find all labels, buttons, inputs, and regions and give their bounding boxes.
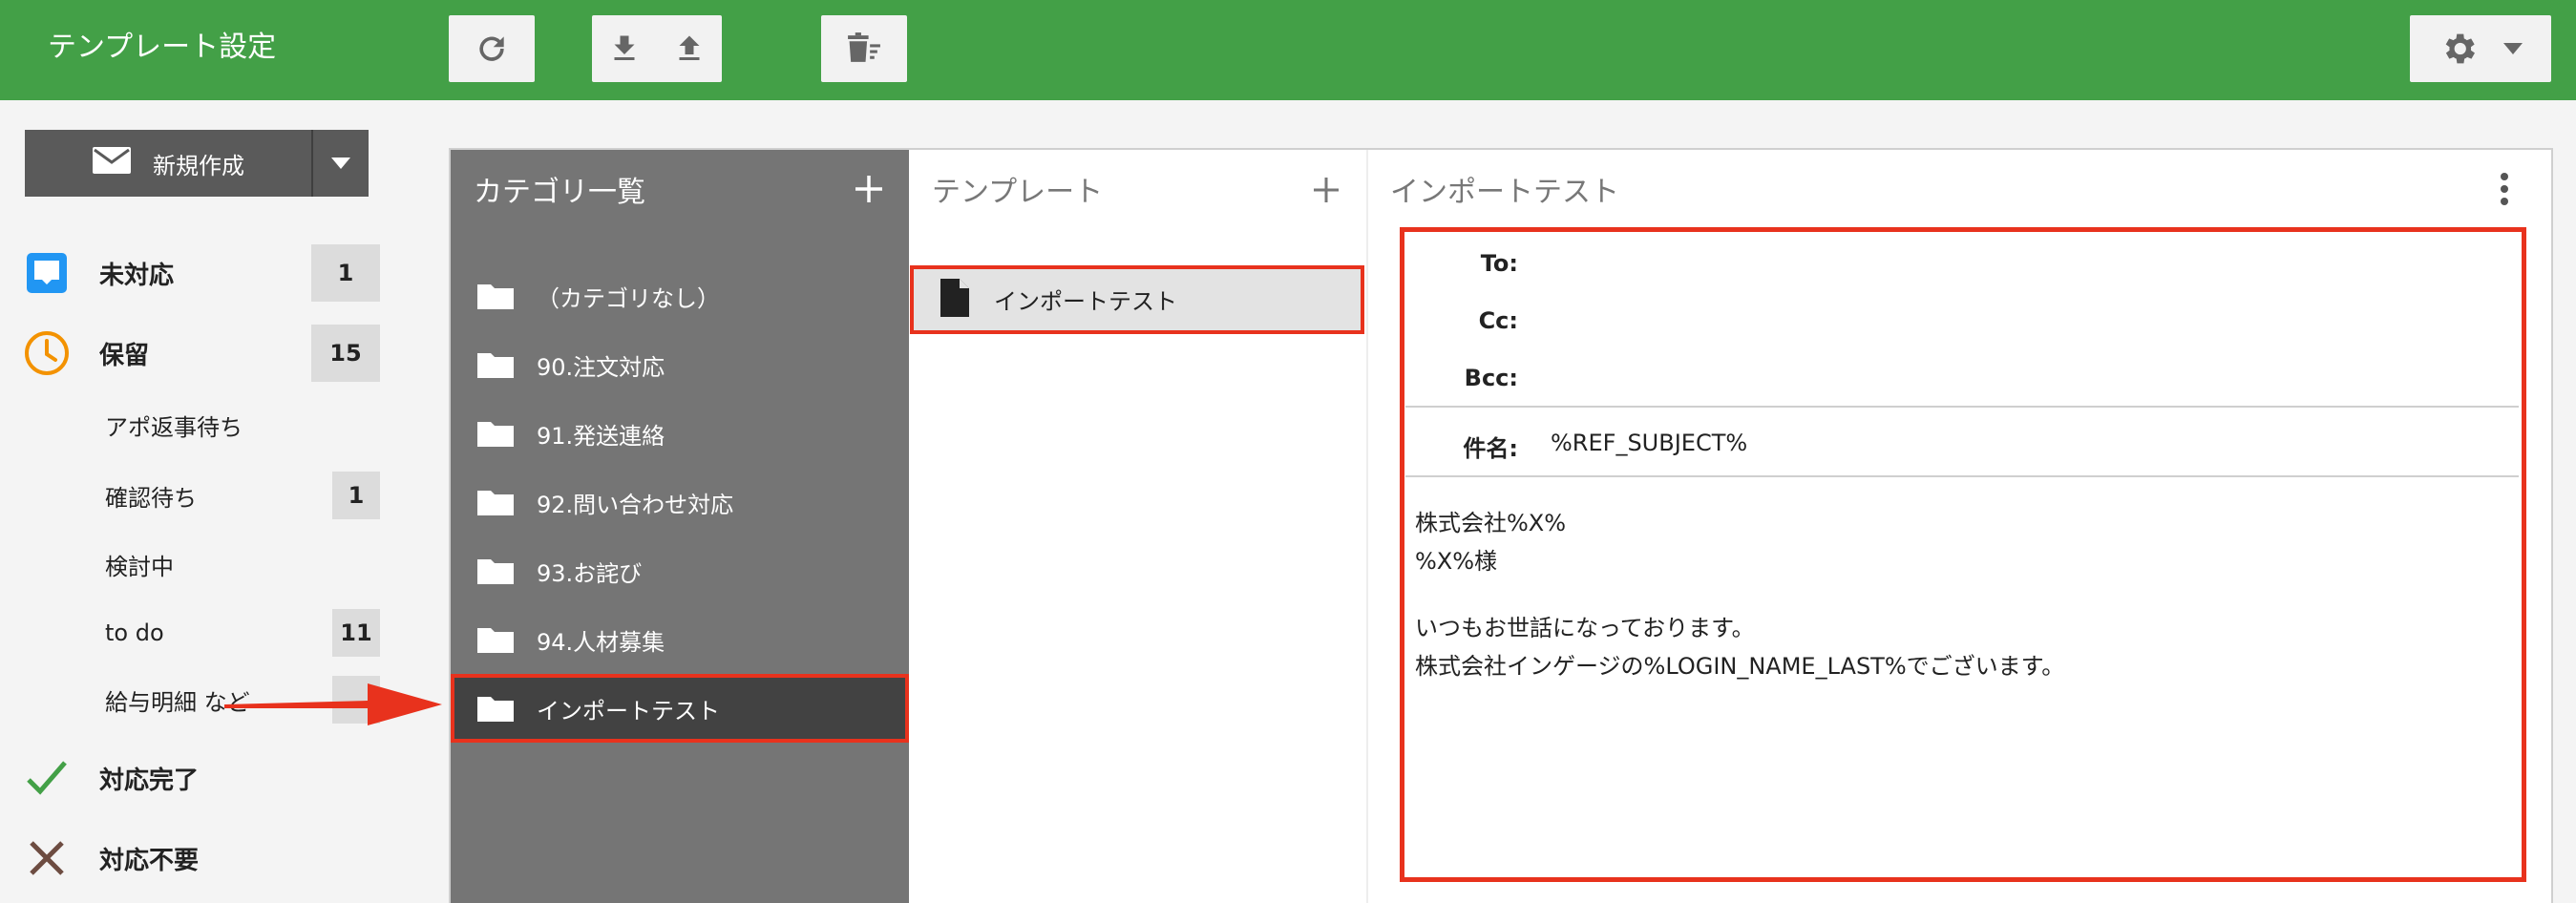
body-line: 株式会社インゲージの%LOGIN_NAME_LAST%でございます。 bbox=[1415, 653, 2065, 680]
category-item[interactable]: 94.人材募集 bbox=[451, 605, 909, 674]
sidebar-subitem-label: 確認待ち bbox=[105, 484, 197, 512]
add-category-button[interactable] bbox=[854, 174, 884, 208]
sidebar-subitem[interactable]: 検討中 bbox=[0, 540, 401, 588]
category-label: 94.人材募集 bbox=[537, 628, 665, 656]
category-label: 92.問い合わせ対応 bbox=[537, 491, 734, 518]
category-column-title: カテゴリ一覧 bbox=[474, 176, 645, 209]
category-label: 91.発送連絡 bbox=[537, 422, 665, 450]
sidebar-subitem-label: to do bbox=[105, 620, 164, 646]
annotation-arrow bbox=[224, 676, 444, 737]
template-column bbox=[909, 150, 1367, 903]
compose-label: 新規作成 bbox=[153, 152, 244, 179]
sidebar-item-label: 対応不要 bbox=[99, 846, 200, 875]
sidebar-subitem-label: 検討中 bbox=[105, 553, 174, 580]
category-label: （カテゴリなし） bbox=[537, 284, 720, 312]
sidebar-item-label: 未対応 bbox=[99, 261, 175, 290]
delete-icon bbox=[845, 31, 883, 67]
upload-button[interactable] bbox=[657, 15, 722, 82]
cc-label: Cc: bbox=[1478, 307, 1518, 334]
folder-icon bbox=[475, 281, 516, 315]
sidebar-item-unneeded[interactable]: 対応不要 bbox=[0, 834, 401, 882]
to-label: To: bbox=[1480, 250, 1518, 277]
gear-icon bbox=[2439, 29, 2479, 69]
detail-title: インポートテスト bbox=[1390, 176, 1619, 209]
category-item[interactable]: 93.お詫び bbox=[451, 536, 909, 605]
folder-icon bbox=[475, 556, 516, 590]
sidebar-item-label: 対応完了 bbox=[99, 766, 200, 795]
folder-icon bbox=[475, 349, 516, 384]
body-line: 株式会社%X% bbox=[1415, 510, 1567, 536]
compose-split-button: 新規作成 bbox=[25, 130, 369, 197]
template-item-selected[interactable]: インポートテスト bbox=[910, 265, 1364, 334]
category-item-selected[interactable]: インポートテスト bbox=[451, 674, 909, 743]
plus-icon bbox=[1312, 178, 1341, 208]
sidebar-subitem-label: アポ返事待ち bbox=[105, 413, 243, 441]
category-item[interactable]: 90.注文対応 bbox=[451, 330, 909, 399]
sidebar-item-pending[interactable]: 保留 15 bbox=[0, 323, 401, 384]
divider bbox=[1405, 475, 2519, 477]
template-column-title: テンプレート bbox=[932, 176, 1104, 209]
sidebar-item-unhandled[interactable]: 未対応 1 bbox=[0, 242, 401, 304]
folder-icon bbox=[475, 487, 516, 521]
chevron-down-icon bbox=[331, 155, 350, 173]
more-options-button[interactable] bbox=[2500, 172, 2509, 210]
body-line: %X%様 bbox=[1415, 548, 1498, 575]
compose-button[interactable]: 新規作成 bbox=[25, 130, 311, 197]
sidebar-subitem[interactable]: アポ返事待ち bbox=[0, 401, 401, 449]
column-divider bbox=[1366, 150, 1368, 903]
chevron-down-icon bbox=[2503, 43, 2523, 54]
plus-icon bbox=[854, 176, 884, 208]
category-label: 93.お詫び bbox=[537, 559, 643, 587]
mail-icon bbox=[92, 146, 132, 180]
sidebar-subitem[interactable]: 確認待ち 1 bbox=[0, 472, 401, 519]
download-button[interactable] bbox=[592, 15, 657, 82]
divider bbox=[1405, 406, 2519, 408]
inbox-icon bbox=[23, 249, 71, 297]
folder-icon bbox=[475, 418, 516, 452]
page-title: テンプレート設定 bbox=[48, 31, 277, 64]
folder-icon bbox=[475, 624, 516, 659]
template-label: インポートテスト bbox=[994, 288, 1177, 315]
add-template-button[interactable] bbox=[1312, 176, 1341, 208]
bcc-label: Bcc: bbox=[1464, 365, 1518, 391]
count-badge: 11 bbox=[332, 609, 380, 657]
count-badge: 1 bbox=[311, 244, 380, 302]
sidebar-item-done[interactable]: 対応完了 bbox=[0, 754, 401, 802]
folder-icon bbox=[475, 693, 516, 727]
category-label: インポートテスト bbox=[537, 697, 720, 724]
refresh-button[interactable] bbox=[449, 15, 535, 82]
refresh-icon bbox=[474, 31, 510, 67]
settings-menu-button[interactable] bbox=[2410, 15, 2551, 82]
subject-value: %REF_SUBJECT% bbox=[1551, 430, 1748, 456]
sidebar-item-label: 保留 bbox=[99, 341, 150, 370]
template-detail bbox=[1400, 227, 2526, 882]
compose-dropdown-button[interactable] bbox=[313, 130, 369, 197]
download-icon bbox=[607, 32, 642, 66]
x-icon bbox=[23, 834, 71, 882]
document-icon bbox=[939, 277, 971, 323]
category-item[interactable]: 91.発送連絡 bbox=[451, 399, 909, 468]
category-item[interactable]: （カテゴリなし） bbox=[451, 262, 909, 330]
import-export-group bbox=[592, 15, 722, 82]
category-label: 90.注文対応 bbox=[537, 353, 665, 381]
app-header: テンプレート設定 bbox=[0, 0, 2576, 100]
clock-icon bbox=[23, 329, 71, 377]
subject-label: 件名: bbox=[1463, 435, 1518, 462]
category-item[interactable]: 92.問い合わせ対応 bbox=[451, 468, 909, 536]
check-icon bbox=[23, 754, 71, 802]
body-line: いつもお世話になっております。 bbox=[1415, 615, 1755, 641]
more-vertical-icon bbox=[2500, 173, 2509, 210]
count-badge: 1 bbox=[332, 472, 380, 519]
count-badge: 15 bbox=[311, 325, 380, 382]
delete-button[interactable] bbox=[821, 15, 907, 82]
sidebar-subitem[interactable]: to do 11 bbox=[0, 609, 401, 657]
upload-icon bbox=[672, 32, 707, 66]
